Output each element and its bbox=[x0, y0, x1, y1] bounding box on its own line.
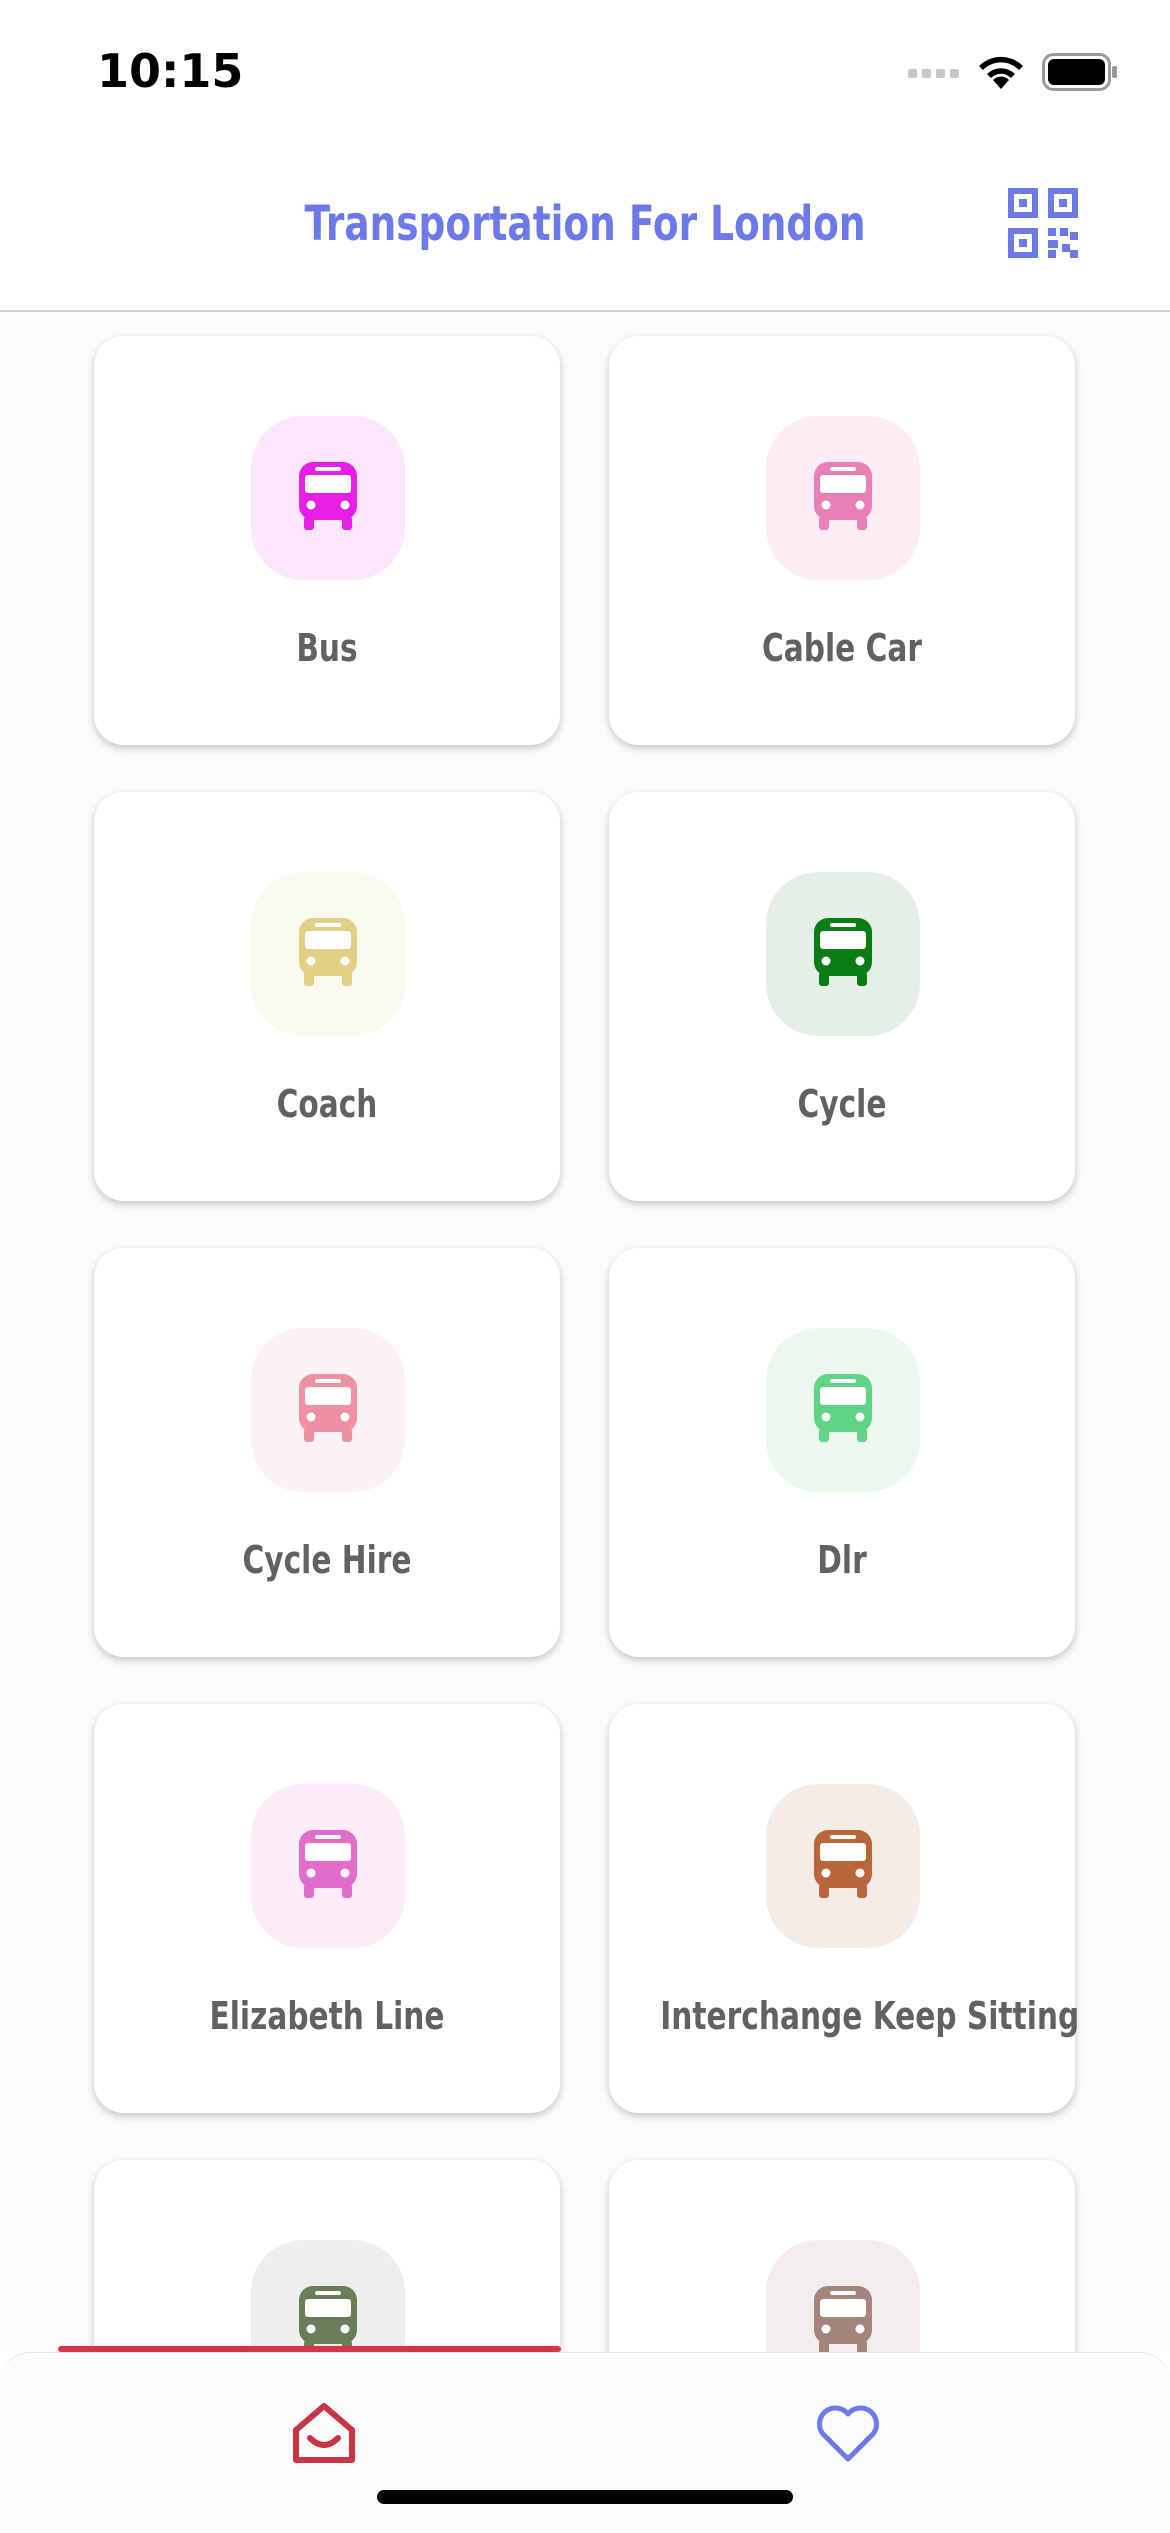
qr-code-button[interactable] bbox=[1008, 188, 1078, 258]
mode-card-interchange-keep-sitting[interactable]: Interchange Keep Sitting bbox=[609, 1704, 1080, 2113]
cellular-signal-icon bbox=[908, 64, 960, 85]
mode-label: Cable Car bbox=[762, 626, 922, 670]
mode-label: Cycle Hire bbox=[242, 1538, 412, 1582]
mode-card-cable-car[interactable]: Cable Car bbox=[609, 336, 1075, 745]
mode-card-cycle-hire[interactable]: Cycle Hire bbox=[94, 1248, 560, 1657]
mode-icon-tile bbox=[251, 872, 405, 1036]
mode-label: Elizabeth Line bbox=[209, 1994, 445, 2038]
bus-icon bbox=[297, 1372, 359, 1449]
app-header: Transportation For London bbox=[0, 150, 1170, 312]
mode-icon-tile bbox=[251, 2240, 405, 2352]
heart-icon bbox=[817, 2405, 879, 2462]
mode-label: Bus bbox=[296, 626, 358, 670]
status-bar: 10:15 bbox=[0, 0, 1170, 150]
mode-icon-tile bbox=[251, 416, 405, 580]
tab-favorites[interactable] bbox=[808, 2393, 888, 2473]
mode-card-elizabeth-line[interactable]: Elizabeth Line bbox=[94, 1704, 560, 2113]
home-icon bbox=[293, 2403, 355, 2463]
mode-card[interactable] bbox=[94, 2160, 560, 2352]
mode-icon-tile bbox=[766, 416, 920, 580]
mode-icon-tile bbox=[766, 1328, 920, 1492]
mode-card[interactable] bbox=[609, 2160, 1075, 2352]
mode-icon-tile bbox=[766, 872, 920, 1036]
bus-icon bbox=[812, 460, 874, 537]
mode-card-dlr[interactable]: Dlr bbox=[609, 1248, 1075, 1657]
bus-icon bbox=[297, 1828, 359, 1905]
mode-label: Dlr bbox=[817, 1538, 867, 1582]
bus-icon bbox=[812, 916, 874, 993]
status-icons bbox=[908, 52, 1118, 96]
mode-card-bus[interactable]: Bus bbox=[94, 336, 560, 745]
home-indicator bbox=[377, 2490, 793, 2504]
mode-icon-tile bbox=[766, 2240, 920, 2352]
mode-icon-tile bbox=[251, 1784, 405, 1948]
qr-code-icon bbox=[1008, 188, 1078, 258]
page-title: Transportation For London bbox=[304, 196, 866, 252]
bus-icon bbox=[812, 2284, 874, 2352]
mode-icon-tile bbox=[251, 1328, 405, 1492]
mode-label: Cycle bbox=[797, 1082, 887, 1126]
wifi-icon bbox=[976, 53, 1026, 96]
bus-icon bbox=[297, 2284, 359, 2352]
mode-card-cycle[interactable]: Cycle bbox=[609, 792, 1075, 1201]
mode-label: Coach bbox=[276, 1082, 378, 1126]
mode-icon-tile bbox=[766, 1784, 920, 1948]
tab-home[interactable] bbox=[284, 2393, 364, 2473]
tab-bar bbox=[0, 2352, 1170, 2533]
transport-modes-grid: Bus Cable Car Coach Cycle Cycle Hire Dlr… bbox=[0, 312, 1170, 2352]
mode-card-coach[interactable]: Coach bbox=[94, 792, 560, 1201]
mode-label: Interchange Keep Sitting bbox=[660, 1994, 1080, 2038]
bus-icon bbox=[812, 1372, 874, 1449]
battery-icon bbox=[1042, 52, 1118, 96]
bus-icon bbox=[297, 460, 359, 537]
bus-icon bbox=[297, 916, 359, 993]
status-time: 10:15 bbox=[97, 44, 244, 98]
bus-icon bbox=[812, 1828, 874, 1905]
